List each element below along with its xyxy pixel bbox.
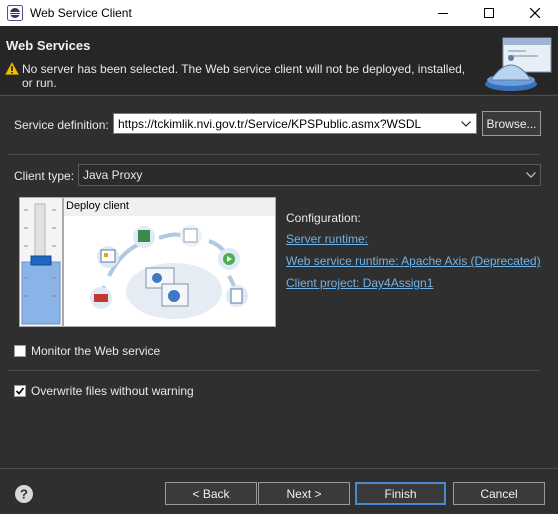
eclipse-app-icon xyxy=(7,5,23,21)
service-definition-dropdown[interactable] xyxy=(458,115,474,132)
maximize-button[interactable] xyxy=(466,0,512,26)
window-titlebar: Web Service Client xyxy=(0,0,558,26)
checkmark-icon xyxy=(15,387,25,395)
configuration-title: Configuration: xyxy=(286,211,361,225)
deploy-diagram: Deploy client xyxy=(63,197,276,327)
service-definition-label: Service definition: xyxy=(14,118,109,132)
web-service-runtime-link[interactable]: Web service runtime: Apache Axis (Deprec… xyxy=(286,254,541,268)
browse-button[interactable]: Browse... xyxy=(482,111,541,136)
web-service-banner-icon xyxy=(485,37,552,91)
minimize-icon xyxy=(438,13,448,14)
deploy-level-slider[interactable] xyxy=(19,197,63,327)
maximize-icon xyxy=(484,8,494,18)
deploy-cycle-icon xyxy=(90,225,248,319)
service-definition-input[interactable]: https://tckimlik.nvi.gov.tr/Service/KPSP… xyxy=(113,113,477,134)
deploy-level-label: Deploy client xyxy=(66,200,129,212)
server-runtime-link[interactable]: Server runtime: xyxy=(286,232,368,246)
client-type-value: Java Proxy xyxy=(83,168,143,182)
client-type-dropdown[interactable] xyxy=(522,165,540,185)
monitor-label: Monitor the Web service xyxy=(31,344,161,358)
chevron-down-icon xyxy=(461,120,471,127)
monitor-checkbox[interactable] xyxy=(14,345,26,357)
close-button[interactable] xyxy=(512,0,558,26)
footer-separator xyxy=(0,468,558,469)
warning-icon xyxy=(5,62,19,75)
next-button[interactable]: Next > xyxy=(258,482,350,505)
header-separator xyxy=(0,95,558,96)
svg-text:?: ? xyxy=(20,487,28,502)
options-separator xyxy=(8,370,540,371)
wizard-header: Web Services No server has been selected… xyxy=(0,26,558,94)
overwrite-label: Overwrite files without warning xyxy=(31,384,194,398)
close-icon xyxy=(530,8,540,18)
minimize-button[interactable] xyxy=(420,0,466,26)
client-type-label: Client type: xyxy=(14,169,75,183)
client-project-link[interactable]: Client project: Day4Assign1 xyxy=(286,276,433,290)
help-icon[interactable]: ? xyxy=(14,484,34,504)
back-button[interactable]: < Back xyxy=(165,482,257,505)
chevron-down-icon xyxy=(526,172,536,178)
warning-message: No server has been selected. The Web ser… xyxy=(22,62,466,90)
overwrite-checkbox[interactable] xyxy=(14,385,26,397)
client-type-select[interactable]: Java Proxy xyxy=(78,164,541,186)
finish-button[interactable]: Finish xyxy=(355,482,446,505)
service-definition-value: https://tckimlik.nvi.gov.tr/Service/KPSP… xyxy=(118,117,422,131)
page-title: Web Services xyxy=(6,38,91,53)
slider-track xyxy=(20,198,62,326)
section-separator xyxy=(8,154,540,155)
cancel-button[interactable]: Cancel xyxy=(453,482,545,505)
window-title: Web Service Client xyxy=(30,6,132,20)
